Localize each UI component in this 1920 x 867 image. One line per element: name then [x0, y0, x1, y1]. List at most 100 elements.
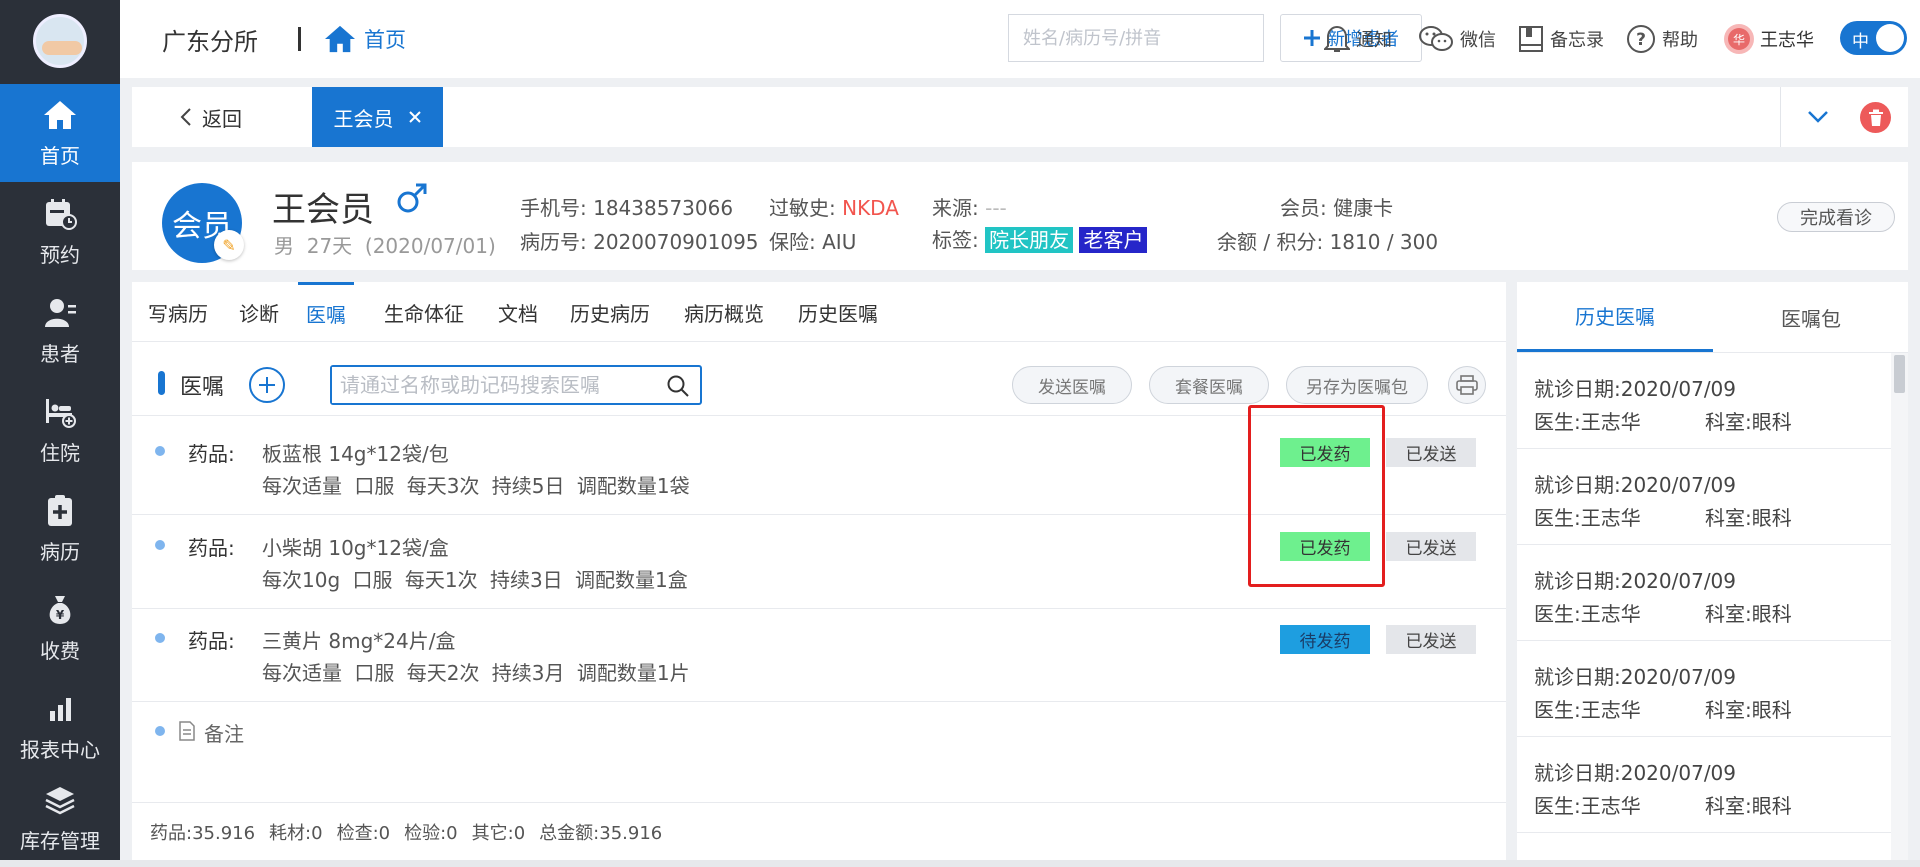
- source-info: 来源: ---: [932, 196, 1007, 220]
- sidebar-item-reports[interactable]: 报表中心: [0, 678, 120, 776]
- sent-status-badge: 已发送: [1386, 625, 1476, 654]
- wechat-icon: [1419, 26, 1453, 51]
- visit-doctor: 医生:王志华: [1534, 794, 1641, 818]
- history-item[interactable]: 就诊日期:2020/07/09 医生:王志华 科室:眼科: [1517, 737, 1891, 833]
- sent-status-badge: 已发送: [1386, 438, 1476, 467]
- language-toggle[interactable]: 中: [1840, 21, 1907, 55]
- delete-button[interactable]: [1860, 102, 1891, 133]
- order-row[interactable]: 药品: 小柴胡 10g*12袋/盒 每次10g 口服 每天1次 持续3日 调配数…: [132, 516, 1506, 609]
- visit-date: 就诊日期:2020/07/09: [1534, 761, 1737, 785]
- history-item[interactable]: 就诊日期:2020/07/09 医生:王志华 科室:眼科: [1517, 545, 1891, 641]
- send-orders-button[interactable]: 发送医嘱: [1012, 366, 1132, 404]
- print-button[interactable]: [1448, 366, 1486, 404]
- back-label: 返回: [202, 106, 242, 131]
- visit-department: 科室:眼科: [1705, 410, 1792, 434]
- visit-department: 科室:眼科: [1705, 506, 1792, 530]
- package-orders-button[interactable]: 套餐医嘱: [1149, 366, 1269, 404]
- scrollbar-track[interactable]: [1891, 353, 1908, 860]
- plus-icon: [1304, 30, 1320, 46]
- tab-dropdown-button[interactable]: [1804, 103, 1832, 131]
- visit-date: 就诊日期:2020/07/09: [1534, 473, 1737, 497]
- tab-history-records[interactable]: 历史病历: [570, 282, 650, 342]
- help-button[interactable]: ? 帮助: [1626, 0, 1698, 78]
- sidebar-item-patients[interactable]: 患者: [0, 282, 120, 380]
- history-item[interactable]: 就诊日期:2020/07/09 医生:王志华 科室:眼科: [1517, 641, 1891, 737]
- sidebar-item-label: 预约: [40, 242, 80, 267]
- finish-visit-button[interactable]: 完成看诊: [1777, 202, 1895, 232]
- search-icon[interactable]: [666, 374, 690, 398]
- visit-date: 就诊日期:2020/07/09: [1534, 377, 1737, 401]
- tab-write-record[interactable]: 写病历: [148, 282, 208, 342]
- plus-icon: [259, 377, 275, 393]
- sidebar-item-label: 收费: [40, 638, 80, 663]
- patient-icon: [43, 296, 77, 330]
- tags-info: 标签: 院长朋友 老客户: [932, 224, 1148, 253]
- wechat-button[interactable]: 微信: [1418, 0, 1496, 78]
- order-search-input[interactable]: [332, 367, 652, 403]
- order-name: 小柴胡 10g*12袋/盒: [262, 536, 449, 560]
- divider: [1780, 87, 1781, 147]
- bell-icon: [1324, 25, 1350, 52]
- chevron-left-icon: [180, 108, 191, 126]
- sidebar-item-home[interactable]: 首页: [0, 84, 120, 182]
- order-kind: 药品:: [188, 536, 235, 560]
- add-order-button[interactable]: [249, 367, 285, 403]
- sidebar-item-appointment[interactable]: 预约: [0, 183, 120, 281]
- save-as-package-button[interactable]: 另存为医嘱包: [1286, 366, 1428, 404]
- tab-vital-signs[interactable]: 生命体征: [384, 282, 464, 342]
- breadcrumb-home[interactable]: 首页: [324, 0, 406, 78]
- edit-icon[interactable]: ✎: [214, 230, 244, 260]
- close-icon[interactable]: [408, 110, 422, 124]
- printer-icon: [1456, 375, 1478, 395]
- back-button[interactable]: 返回: [180, 87, 242, 147]
- notice-button[interactable]: 通知: [1324, 0, 1392, 78]
- tab-order-packages[interactable]: 医嘱包: [1713, 282, 1908, 352]
- remark-label: 备注: [204, 722, 244, 746]
- visit-doctor: 医生:王志华: [1534, 602, 1641, 626]
- dispense-status-badge: 已发药: [1280, 532, 1370, 561]
- history-item[interactable]: 就诊日期:2020/07/09 医生:王志华 科室:眼科: [1517, 449, 1891, 545]
- test-cost: 检验:0: [404, 822, 458, 844]
- tab-record-overview[interactable]: 病历概览: [684, 282, 764, 342]
- money-bag-icon: ¥: [43, 593, 77, 627]
- bar-chart-icon: [43, 692, 77, 726]
- svg-text:¥: ¥: [56, 608, 65, 622]
- tab-history-orders[interactable]: 历史医嘱: [798, 282, 878, 342]
- tab-documents[interactable]: 文档: [498, 282, 538, 342]
- tab-history-orders-panel[interactable]: 历史医嘱: [1517, 282, 1713, 352]
- document-icon: [179, 721, 195, 741]
- user-menu[interactable]: 华 王志华: [1724, 0, 1814, 78]
- language-toggle-label: 中: [1852, 32, 1869, 52]
- order-row[interactable]: 药品: 三黄片 8mg*24片/盒 每次适量 口服 每天2次 持续3月 调配数量…: [132, 609, 1506, 702]
- history-item[interactable]: 就诊日期:2020/07/09 医生:王志华 科室:眼科: [1517, 353, 1891, 449]
- sidebar-item-label: 首页: [40, 143, 80, 168]
- visit-doctor: 医生:王志华: [1534, 410, 1641, 434]
- home-icon: [325, 25, 355, 53]
- home-icon: [43, 98, 77, 132]
- record-tabs: 写病历 诊断 医嘱 生命体征 文档 历史病历 病历概览 历史医嘱: [132, 282, 1506, 342]
- balance-info: 余额 / 积分: 1810 / 300: [1217, 230, 1439, 254]
- tab-orders[interactable]: 医嘱: [298, 282, 354, 342]
- order-row[interactable]: 药品: 板蓝根 14g*12袋/包 每次适量 口服 每天3次 持续5日 调配数量…: [132, 422, 1506, 515]
- order-search-box[interactable]: [330, 365, 702, 405]
- sidebar-item-label: 病历: [40, 539, 80, 564]
- tab-patient[interactable]: 王会员: [312, 87, 443, 147]
- patient-tab-label: 王会员: [333, 106, 394, 131]
- record-no-value: 2020070901095: [593, 230, 759, 254]
- member-info: 会员: 健康卡: [1280, 196, 1394, 220]
- memo-button[interactable]: 备忘录: [1518, 0, 1604, 78]
- sidebar-item-inventory[interactable]: 库存管理: [0, 777, 120, 860]
- phone-value: 18438573066: [593, 196, 734, 220]
- sidebar-item-records[interactable]: 病历: [0, 480, 120, 578]
- patient-age: 27天: [306, 234, 353, 258]
- tab-diagnosis[interactable]: 诊断: [239, 282, 279, 342]
- patient-search-input[interactable]: [1008, 14, 1264, 62]
- bullet-icon: [155, 633, 165, 643]
- order-usage: 每次适量 口服 每天3次 持续5日 调配数量1袋: [262, 474, 690, 498]
- drug-cost: 药品:35.916: [150, 822, 256, 844]
- sidebar: 首页 预约 患者 住院 病历 ¥ 收费 报表中心 库存管理: [0, 0, 120, 867]
- sidebar-item-billing[interactable]: ¥ 收费: [0, 579, 120, 677]
- chevron-down-icon: [1808, 111, 1828, 123]
- scrollbar-thumb[interactable]: [1894, 355, 1905, 393]
- sidebar-item-inpatient[interactable]: 住院: [0, 381, 120, 479]
